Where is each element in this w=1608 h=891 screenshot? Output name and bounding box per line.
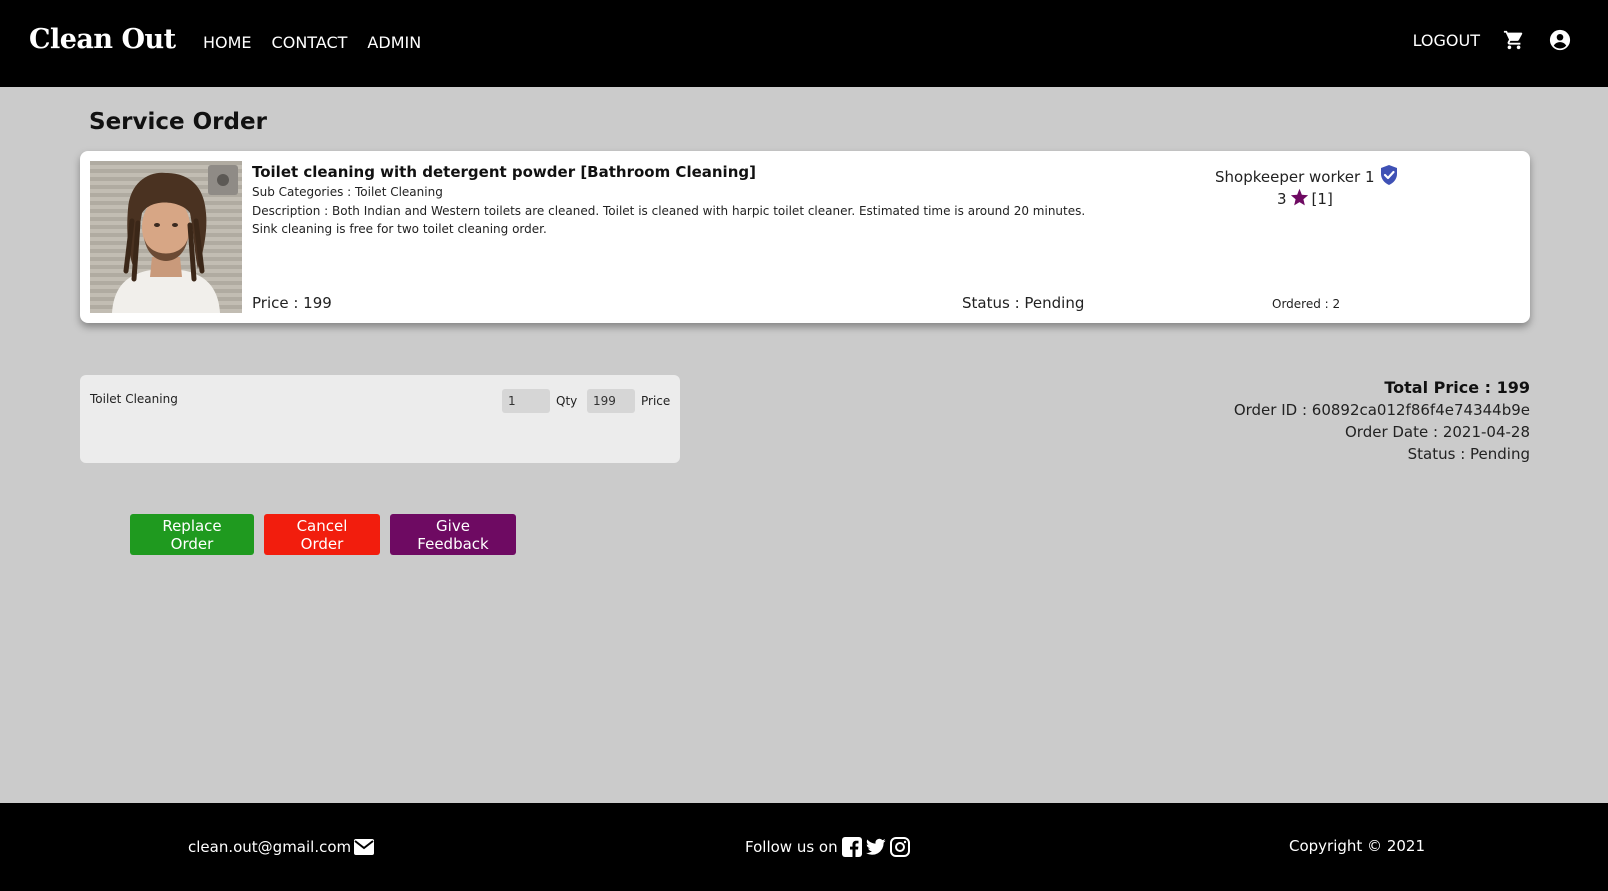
nav-link-contact[interactable]: CONTACT: [272, 33, 348, 52]
logout-link[interactable]: LOGOUT: [1413, 31, 1480, 50]
brand-logo[interactable]: Clean Out: [29, 24, 176, 55]
nav-links: HOME CONTACT ADMIN: [203, 33, 421, 52]
order-id: Order ID : 60892ca012f86f4e74344b9e: [1233, 401, 1530, 419]
rating-value: 3: [1277, 190, 1287, 208]
order-actions: Replace Order Cancel Order Give Feedback: [130, 514, 516, 555]
qty-label: Qty: [556, 394, 578, 408]
service-description: Description : Both Indian and Western to…: [252, 204, 1086, 236]
rating-count: [1]: [1311, 190, 1333, 208]
worker-info: Shopkeeper worker 1: [1215, 164, 1399, 190]
page-title: Service Order: [89, 109, 267, 135]
footer-email-text[interactable]: clean.out@gmail.com: [188, 838, 351, 856]
footer-email: clean.out@gmail.com: [188, 837, 375, 857]
service-price: Price : 199: [252, 294, 332, 312]
footer-copyright: Copyright © 2021: [1289, 837, 1426, 855]
user-circle-icon[interactable]: [1548, 28, 1572, 52]
worker-name[interactable]: Shopkeeper worker 1: [1215, 168, 1375, 186]
order-status: Status : Pending: [1407, 445, 1530, 463]
give-feedback-button[interactable]: Give Feedback: [390, 514, 516, 555]
mail-icon[interactable]: [354, 837, 375, 857]
service-subcategory: Sub Categories : Toilet Cleaning: [252, 185, 443, 199]
service-worker-photo: [90, 161, 242, 313]
service-status: Status : Pending: [962, 294, 1085, 312]
facebook-icon[interactable]: [841, 837, 862, 857]
nav-link-admin[interactable]: ADMIN: [367, 33, 421, 52]
instagram-icon[interactable]: [889, 837, 910, 857]
price-input[interactable]: [587, 389, 635, 413]
order-item-name: Toilet Cleaning: [90, 392, 178, 406]
cart-icon[interactable]: [1502, 28, 1526, 52]
follow-text: Follow us on: [745, 838, 838, 856]
qty-input[interactable]: [502, 389, 550, 413]
nav-link-home[interactable]: HOME: [203, 33, 252, 52]
nav-right: LOGOUT: [1413, 28, 1572, 52]
cancel-order-button[interactable]: Cancel Order: [264, 514, 380, 555]
worker-rating: 3 [1]: [1277, 188, 1333, 210]
order-item: Toilet Cleaning Qty Price: [80, 375, 680, 463]
replace-order-button[interactable]: Replace Order: [130, 514, 254, 555]
verified-badge-icon: [1379, 164, 1399, 190]
service-name[interactable]: Toilet cleaning with detergent powder [B…: [252, 163, 756, 181]
order-summary: Total Price : 199 Order ID : 60892ca012f…: [1234, 377, 1530, 465]
service-card: Toilet cleaning with detergent powder [B…: [80, 151, 1530, 323]
order-date: Order Date : 2021-04-28: [1344, 423, 1530, 441]
footer-follow: Follow us on: [745, 837, 910, 857]
twitter-icon[interactable]: [865, 837, 886, 857]
footer: clean.out@gmail.com Follow us on Copyrig…: [0, 803, 1608, 891]
ordered-count: Ordered : 2: [1272, 297, 1341, 311]
star-icon: [1290, 188, 1309, 210]
navbar: Clean Out HOME CONTACT ADMIN LOGOUT: [0, 0, 1608, 87]
price-label: Price: [641, 394, 671, 408]
total-price: Total Price : 199: [1384, 378, 1530, 397]
